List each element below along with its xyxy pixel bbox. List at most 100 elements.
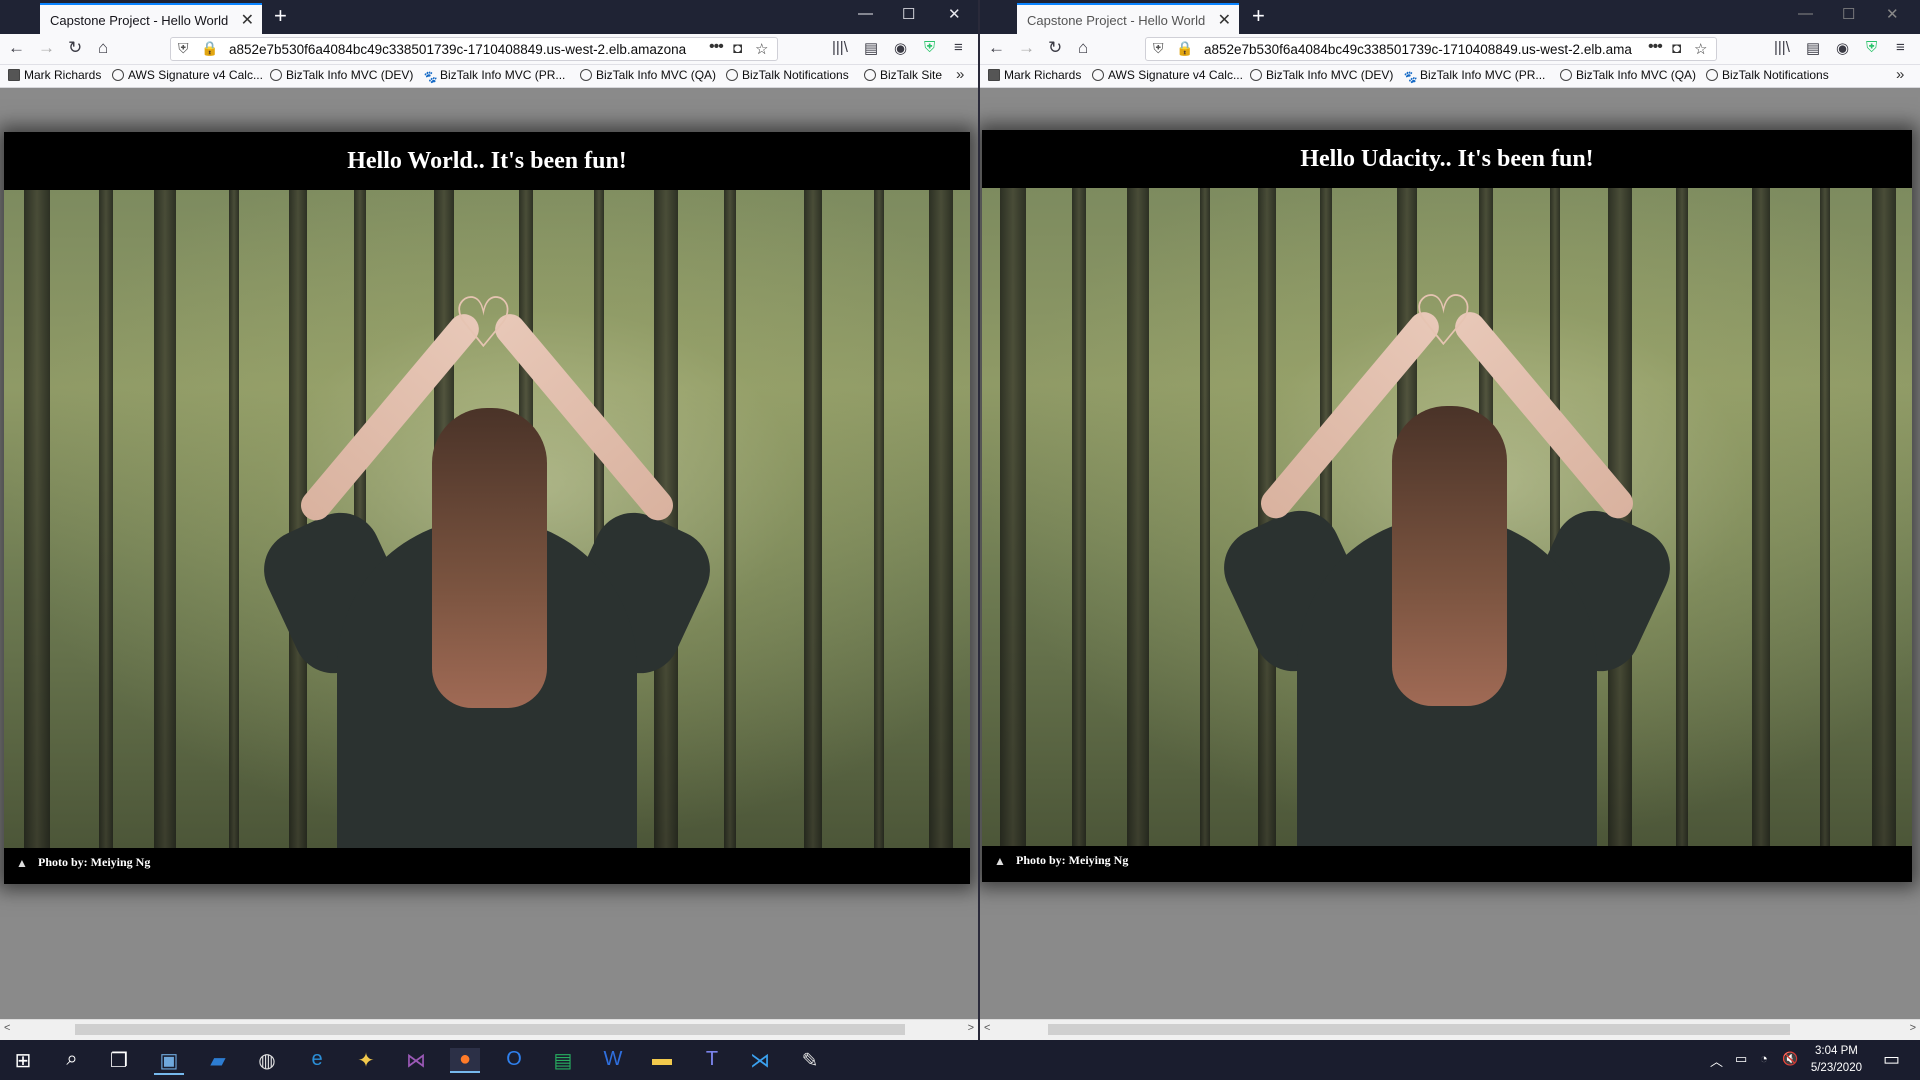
chrome-icon[interactable]: ◍ [252,1048,282,1073]
home-icon[interactable]: ⌂ [1078,38,1088,58]
wifi-icon[interactable]: ◔ [1760,1051,1768,1066]
library-icon[interactable]: |||\ [1774,39,1790,56]
paw-icon: 🐾 [1402,70,1417,84]
scroll-left-icon[interactable]: < [4,1022,10,1034]
minimize-icon[interactable]: — [1798,5,1813,22]
url-bar[interactable]: ⛨ 🔒 a852e7b530f6a4084bc49c338501739c-171… [1145,37,1717,61]
extension-shield-icon[interactable]: ⛨ [1866,39,1877,56]
tracking-shield-icon[interactable]: ⛨ [178,40,189,57]
photo-card: Hello World.. It's been fun! ♡ ▲ Photo b… [4,132,970,884]
pocket-icon[interactable]: ◘ [733,40,742,57]
outlook-icon[interactable]: O [499,1048,529,1071]
close-window-icon[interactable]: ✕ [1886,5,1899,23]
teams-icon[interactable]: T [697,1048,727,1071]
edge-icon[interactable]: e [302,1048,332,1071]
powershell-icon[interactable]: ▰ [203,1048,233,1073]
extension-shield-icon[interactable]: ⛨ [924,39,935,56]
tab-capstone[interactable]: Capstone Project - Hello World ✕ [1017,3,1239,34]
tab-capstone[interactable]: Capstone Project - Hello World ✕ [40,3,262,34]
page-actions-icon[interactable]: ••• [1648,38,1663,56]
maximize-icon[interactable]: ☐ [902,5,915,23]
url-bar[interactable]: ⛨ 🔒 a852e7b530f6a4084bc49c338501739c-171… [170,37,778,61]
bookmark-item[interactable]: BizTalk Info MVC (DEV) [1250,68,1393,82]
page-viewport: Hello World.. It's been fun! ♡ ▲ Photo b… [0,88,978,1020]
scroll-thumb[interactable] [1048,1024,1790,1035]
browser-window-left: Capstone Project - Hello World ✕ + — ☐ ✕… [0,0,978,1040]
close-window-icon[interactable]: ✕ [948,5,961,23]
bookmark-item[interactable]: AWS Signature v4 Calc... [112,68,263,82]
forward-icon[interactable]: → [38,38,55,58]
file-explorer-icon[interactable]: ▬ [647,1048,677,1071]
firefox-icon[interactable]: ● [450,1048,480,1073]
horizontal-scrollbar[interactable]: < > [980,1019,1920,1040]
bookmark-item[interactable]: Mark Richards [8,68,101,82]
paint-icon[interactable]: ✎ [795,1048,825,1073]
account-icon[interactable]: ◉ [894,39,907,57]
new-tab-icon[interactable]: + [1252,4,1265,28]
bookmark-star-icon[interactable]: ☆ [755,40,768,58]
back-icon[interactable]: ← [8,38,25,58]
bookmark-item[interactable]: BizTalk Info MVC (QA) [580,68,716,82]
hero-photo: ♡ [982,188,1912,846]
home-icon[interactable]: ⌂ [98,38,108,58]
bookmark-item[interactable]: 🐾 BizTalk Info MVC (PR... [1402,68,1545,83]
url-text[interactable]: a852e7b530f6a4084bc49c338501739c-1710408… [229,42,699,57]
horizontal-scrollbar[interactable]: < > [0,1019,978,1040]
bookmark-label: Mark Richards [1004,68,1082,82]
search-icon[interactable]: ⌕ [57,1048,87,1071]
insecure-lock-icon[interactable]: 🔒 [1176,40,1193,57]
forward-icon[interactable]: → [1018,38,1035,58]
vscode-icon[interactable]: ⋊ [745,1048,775,1073]
minimize-icon[interactable]: — [858,5,873,22]
url-text[interactable]: a852e7b530f6a4084bc49c338501739c-1710408… [1204,42,1644,57]
library-icon[interactable]: |||\ [832,39,848,56]
bookmark-item[interactable]: BizTalk Info MVC (QA) [1560,68,1696,82]
maximize-icon[interactable]: ☐ [1842,5,1855,23]
word-icon[interactable]: W [598,1048,628,1071]
volume-muted-icon[interactable]: 🔇 [1782,1051,1798,1067]
bookmarks-overflow-icon[interactable]: » [1896,66,1904,83]
scroll-thumb[interactable] [75,1024,905,1035]
menu-icon[interactable]: ≡ [1896,39,1905,56]
app-icon[interactable]: ✦ [351,1048,381,1073]
menu-icon[interactable]: ≡ [954,39,963,56]
scroll-left-icon[interactable]: < [984,1022,990,1034]
start-icon[interactable]: ⊞ [8,1048,38,1073]
tab-bar: Capstone Project - Hello World ✕ + — ☐ ✕ [0,0,978,34]
action-center-icon[interactable]: ▭ [1883,1049,1900,1070]
page-viewport: Hello Udacity.. It's been fun! ♡ ▲ Photo… [980,88,1920,1020]
close-tab-icon[interactable]: ✕ [1218,10,1231,30]
tracking-shield-icon[interactable]: ⛨ [1153,40,1164,57]
bookmark-item[interactable]: AWS Signature v4 Calc... [1092,68,1243,82]
battery-icon[interactable]: ▭ [1735,1051,1747,1067]
bookmark-item[interactable]: Mark Richards [988,68,1081,82]
account-icon[interactable]: ◉ [1836,39,1849,57]
pocket-icon[interactable]: ◘ [1672,40,1681,57]
sidebar-icon[interactable]: ▤ [864,39,878,57]
tab-title: Capstone Project - Hello World [50,13,229,28]
bookmark-item[interactable]: BizTalk Notifications [1706,68,1829,82]
system-clock[interactable]: 3:04 PM 5/23/2020 [1811,1043,1862,1077]
project-icon[interactable]: ▤ [548,1048,578,1073]
bookmark-star-icon[interactable]: ☆ [1694,40,1707,58]
task-view-icon[interactable]: ❐ [104,1048,134,1073]
visual-studio-icon[interactable]: ⋈ [401,1048,431,1073]
scroll-right-icon[interactable]: > [1910,1022,1916,1034]
sidebar-icon[interactable]: ▤ [1806,39,1820,57]
insecure-lock-icon[interactable]: 🔒 [201,40,218,57]
bookmark-item[interactable]: BizTalk Notifications [726,68,849,82]
photo-caption: ▲ Photo by: Meiying Ng [4,848,970,884]
new-tab-icon[interactable]: + [274,4,287,28]
reload-icon[interactable]: ↻ [68,38,82,58]
close-tab-icon[interactable]: ✕ [241,10,254,30]
scroll-right-icon[interactable]: > [968,1022,974,1034]
page-actions-icon[interactable]: ••• [709,38,724,56]
remote-desktop-icon[interactable]: ▣ [154,1048,184,1075]
bookmark-item[interactable]: BizTalk Info MVC (DEV) [270,68,413,82]
bookmarks-overflow-icon[interactable]: » [956,66,964,83]
tray-overflow-icon[interactable]: ︿ [1710,1051,1723,1070]
reload-icon[interactable]: ↻ [1048,38,1062,58]
bookmark-item[interactable]: BizTalk Site [864,68,942,82]
bookmark-item[interactable]: 🐾 BizTalk Info MVC (PR... [422,68,565,83]
back-icon[interactable]: ← [988,38,1005,58]
